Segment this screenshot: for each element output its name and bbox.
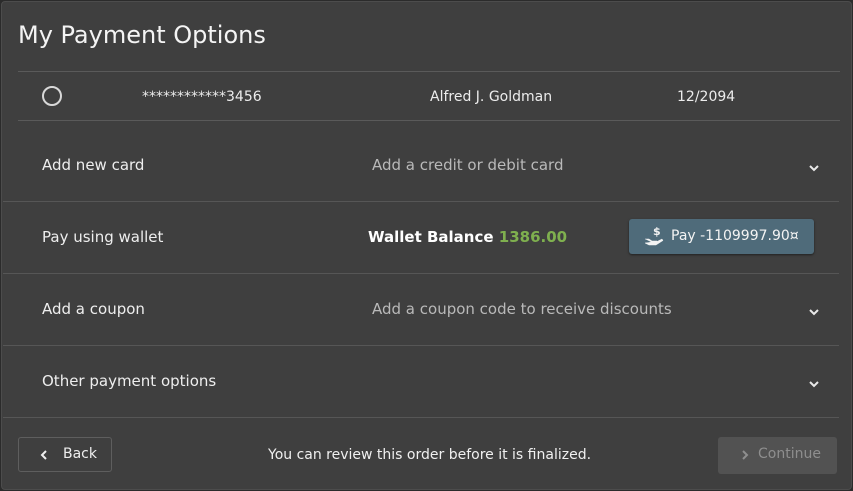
add-card-section[interactable]: Add new card Add a credit or debit card (3, 128, 839, 202)
other-options-label: Other payment options (42, 372, 217, 390)
review-notice: You can review this order before it is f… (268, 447, 592, 463)
divider (18, 120, 840, 121)
chevron-right-icon (742, 450, 749, 460)
wallet-balance-amount: 1386.00 (498, 228, 568, 246)
chevron-down-icon[interactable] (807, 377, 821, 391)
pay-button-label: Pay -1109997.90¤ (671, 228, 799, 244)
card-radio-button[interactable] (42, 86, 62, 106)
coupon-label: Add a coupon (42, 300, 145, 318)
wallet-label: Pay using wallet (42, 228, 164, 246)
chevron-down-icon[interactable] (807, 305, 821, 319)
page-title: My Payment Options (18, 21, 266, 49)
wallet-section: Pay using wallet Wallet Balance 1386.00 … (3, 201, 839, 273)
svg-text:$: $ (653, 225, 661, 238)
card-holder-name: Alfred J. Goldman (430, 89, 553, 105)
chevron-down-icon[interactable] (807, 161, 821, 175)
add-card-label: Add new card (42, 156, 145, 174)
card-expiry: 12/2094 (677, 89, 736, 105)
wallet-balance: Wallet Balance 1386.00 (368, 228, 567, 246)
back-button[interactable]: Back (18, 437, 112, 472)
other-options-section[interactable]: Other payment options (3, 345, 839, 417)
wallet-balance-label: Wallet Balance (368, 228, 494, 246)
card-number: ************3456 (142, 89, 262, 105)
continue-button-label: Continue (758, 446, 821, 462)
saved-card-row[interactable]: ************3456 Alfred J. Goldman 12/20… (18, 72, 840, 121)
divider (3, 417, 839, 418)
back-button-label: Back (63, 446, 97, 462)
add-card-description: Add a credit or debit card (372, 156, 564, 174)
chevron-left-icon (40, 450, 47, 460)
payment-options-panel: My Payment Options ************3456 Alfr… (1, 1, 852, 490)
pay-wallet-button[interactable]: $ Pay -1109997.90¤ (629, 219, 814, 254)
coupon-section[interactable]: Add a coupon Add a coupon code to receiv… (3, 273, 839, 346)
coupon-description: Add a coupon code to receive discounts (372, 300, 672, 318)
hand-dollar-icon: $ (644, 225, 664, 246)
continue-button[interactable]: Continue (718, 437, 837, 474)
